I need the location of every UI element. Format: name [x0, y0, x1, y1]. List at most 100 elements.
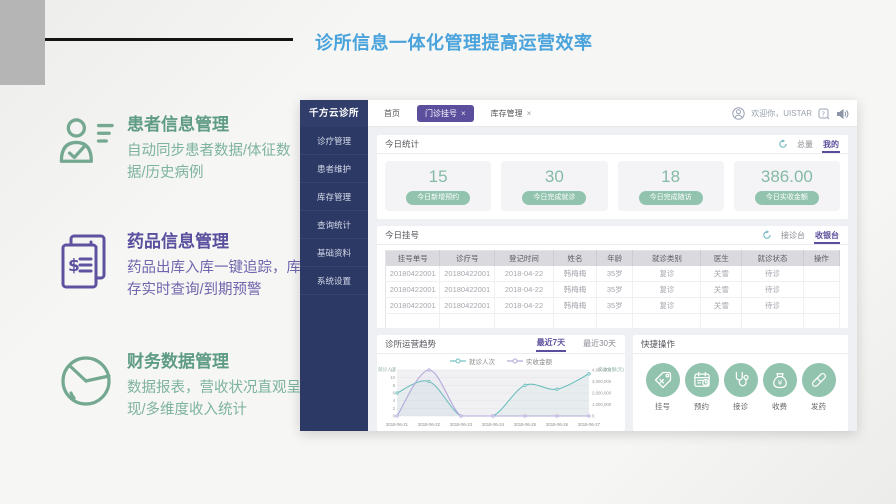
legend-item-1: 实收金额 [507, 356, 552, 366]
user-area: 欢迎你，UISTAR ? [732, 100, 849, 127]
feature-medicine-info: $ 药品信息管理 药品出库入库一键追踪，库存实时查询/到期预警 [58, 227, 304, 302]
quick-title: 快捷操作 [641, 338, 675, 350]
title-rule [45, 38, 293, 41]
tab-0[interactable]: 首页 [376, 105, 408, 122]
filter-1[interactable]: 收银台 [814, 230, 840, 244]
table-cell: 2018-04-22 [494, 282, 553, 298]
feature-patient-info: 患者信息管理 自动同步患者数据/体征数据/历史病例 [58, 110, 304, 185]
sidebar-item-4[interactable]: 基础资料 [300, 239, 368, 267]
registry-panel: 今日挂号 接诊台收银台 挂号单号诊疗号登记时间姓名年龄就诊类别医生就诊状态操作 … [377, 226, 848, 328]
table-cell: 韩梅梅 [553, 266, 596, 282]
legend-label: 实收金额 [526, 356, 552, 366]
table-cell: 20180422001 [440, 266, 494, 282]
clinic-app-window: 千方云诊所 首页门诊挂号×库存管理× 欢迎你，UISTAR ? [300, 100, 857, 431]
stat-card-0: 15今日新增预约 [385, 161, 491, 211]
tab-close-icon[interactable]: × [461, 109, 466, 118]
stat-value: 30 [545, 167, 564, 187]
table-cell: 35岁 [597, 266, 633, 282]
table-row-0: 20180422001201804220012018-04-22韩梅梅35岁复诊… [386, 266, 840, 282]
svg-text:2018-06-21: 2018-06-21 [386, 422, 409, 427]
chart-legend: 就诊人次实收金额 [377, 354, 625, 365]
table-row-2: 20180422001201804220012018-04-22韩梅梅35岁复诊… [386, 298, 840, 314]
table-cell [803, 314, 839, 330]
svg-text:4: 4 [393, 398, 396, 403]
table-column-header: 就诊类别 [633, 251, 701, 266]
table-cell: 20180422001 [440, 282, 494, 298]
stat-label-button[interactable]: 今日完成就诊 [522, 191, 586, 204]
svg-text:2: 2 [393, 406, 396, 411]
table-column-header: 就诊状态 [742, 251, 803, 266]
filter-1[interactable]: 最近30天 [582, 337, 617, 351]
table-cell [633, 314, 701, 330]
capsule-icon[interactable] [802, 363, 836, 397]
tab-close-icon[interactable]: × [527, 109, 532, 118]
quick-action-label: 接诊 [733, 401, 748, 412]
registry-filter-group: 接诊台收银台 [780, 230, 840, 241]
tab-label: 库存管理 [491, 108, 523, 119]
table-column-header: 医生 [701, 251, 742, 266]
calendar-icon[interactable] [685, 363, 719, 397]
refresh-icon[interactable] [762, 230, 772, 240]
sidebar-item-0[interactable]: 诊疗管理 [300, 127, 368, 155]
table-cell: 复诊 [633, 282, 701, 298]
table-column-header: 操作 [803, 251, 839, 266]
tab-2[interactable]: 库存管理 × [483, 105, 540, 122]
filter-1[interactable]: 我的 [822, 139, 840, 153]
table-cell: 关雪 [701, 298, 742, 314]
table-column-header: 年龄 [597, 251, 633, 266]
avatar-icon [732, 107, 745, 120]
filter-0[interactable]: 最近7天 [536, 336, 566, 352]
svg-text:0: 0 [592, 414, 595, 419]
sidebar-item-2[interactable]: 库存管理 [300, 183, 368, 211]
refresh-icon[interactable] [778, 139, 788, 149]
table-column-header: 登记时间 [494, 251, 553, 266]
sidebar-item-5[interactable]: 系统设置 [300, 267, 368, 295]
filter-0[interactable]: 总量 [796, 139, 814, 151]
money-pouch-icon[interactable]: ¥ [763, 363, 797, 397]
stat-label-button[interactable]: 今日完成随访 [639, 191, 703, 204]
sidebar-item-1[interactable]: 患者维护 [300, 155, 368, 183]
app-content: 今日统计 总量我的 15今日新增预约 30 今日完成就诊 18今日完成随访386.00… [368, 127, 857, 431]
app-header: 千方云诊所 首页门诊挂号×库存管理× 欢迎你，UISTAR ? [300, 100, 857, 127]
trend-title: 诊所运营趋势 [385, 338, 436, 350]
pie-chart-icon [58, 347, 114, 422]
stat-cards: 15今日新增预约 30 今日完成就诊 18今日完成随访386.00今日实收金额 [377, 154, 848, 211]
filter-0[interactable]: 接诊台 [780, 230, 806, 242]
trend-chart: 02468101201,000,0002,000,0003,000,0004,0… [377, 365, 625, 429]
table-cell: 35岁 [597, 298, 633, 314]
table-cell: 韩梅梅 [553, 298, 596, 314]
legend-marker-icon [450, 358, 466, 364]
table-cell: 20180422001 [440, 298, 494, 314]
table-cell: 待诊 [742, 266, 803, 282]
tab-1[interactable]: 门诊挂号× [417, 105, 474, 122]
speaker-icon[interactable] [836, 108, 849, 120]
trend-panel: 诊所运营趋势 最近7天最近30天 就诊人次实收金额 02468101201,00… [377, 335, 625, 431]
stat-card-2: 18今日完成随访 [618, 161, 724, 211]
svg-text:就诊人次: 就诊人次 [378, 366, 397, 373]
table-cell: 复诊 [633, 298, 701, 314]
table-cell: 20180422001 [386, 282, 440, 298]
feature-body: 数据报表，营收状况直观呈现/多维度收入统计 [127, 378, 304, 422]
stat-label-button[interactable]: 今日新增预约 [406, 191, 470, 204]
svg-text:2,000,000: 2,000,000 [592, 391, 612, 396]
stats-panel: 今日统计 总量我的 15今日新增预约 30 今日完成就诊 18今日完成随访386.00… [377, 135, 848, 219]
table-cell: 20180422001 [386, 266, 440, 282]
stat-label-button[interactable]: 今日实收金额 [755, 191, 819, 204]
table-header-row: 挂号单号诊疗号登记时间姓名年龄就诊类别医生就诊状态操作 [386, 251, 840, 266]
sidebar-item-3[interactable]: 查询统计 [300, 211, 368, 239]
table-cell: 2018-04-22 [494, 266, 553, 282]
stats-title: 今日统计 [385, 138, 419, 150]
tag-icon[interactable] [646, 363, 680, 397]
svg-text:2018-06-25: 2018-06-25 [514, 422, 537, 427]
table-cell [803, 282, 839, 298]
quick-action-4: 发药 [802, 363, 836, 412]
table-cell [440, 314, 494, 330]
stat-card-3: 386.00今日实收金额 [734, 161, 840, 211]
legend-marker-icon [507, 358, 523, 364]
registry-title: 今日挂号 [385, 229, 419, 241]
table-cell [597, 314, 633, 330]
help-icon[interactable]: ? [818, 108, 830, 120]
stethoscope-icon[interactable] [724, 363, 758, 397]
svg-text:2018-06-23: 2018-06-23 [450, 422, 473, 427]
quick-action-label: 发药 [811, 401, 826, 412]
